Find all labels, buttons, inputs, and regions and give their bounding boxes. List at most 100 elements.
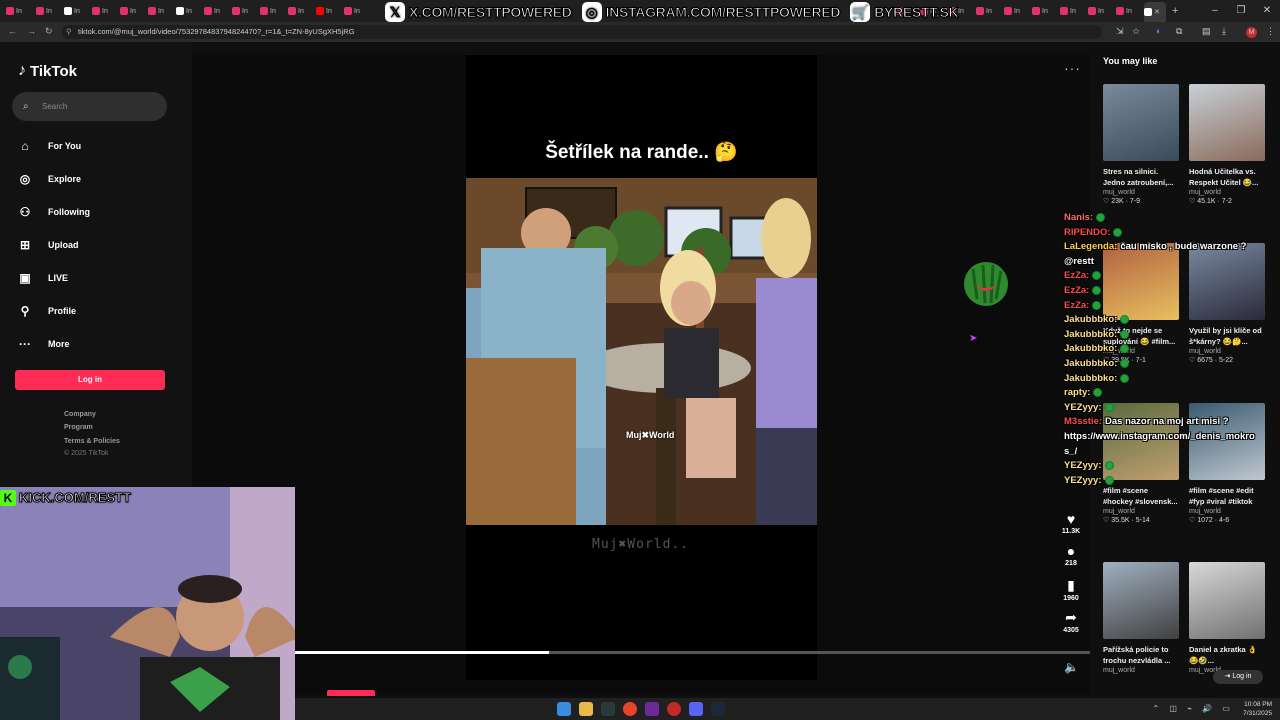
video-frame[interactable]: [466, 178, 817, 525]
share-button[interactable]: ➦ 4305: [1058, 609, 1084, 634]
volume-icon[interactable]: 🔈: [1064, 660, 1079, 674]
tab-label: In: [158, 7, 164, 15]
video-thumbnail[interactable]: [1103, 243, 1179, 320]
recommended-title[interactable]: Stres na silnici. Jedno zatroubení,...: [1103, 166, 1179, 188]
recommended-video[interactable]: Hodná Učitelka vs. Respekt Učitel 😂... mu…: [1189, 84, 1265, 205]
system-tray[interactable]: ⌃ ◫ ⌁ 🔊 ▭: [1153, 704, 1235, 713]
extension-icon[interactable]: ◐: [1156, 26, 1161, 36]
login-button[interactable]: Log in: [15, 370, 165, 390]
sidebar-item-live[interactable]: ▣ LIVE: [18, 271, 68, 285]
menu-icon[interactable]: ⋮: [1266, 26, 1275, 37]
recommended-title[interactable]: Hodná Učitelka vs. Respekt Učitel 😂...: [1189, 166, 1265, 188]
chrome-icon[interactable]: [623, 702, 637, 716]
browser-tab[interactable]: In: [120, 4, 146, 18]
video-thumbnail[interactable]: [1189, 84, 1265, 161]
video-thumbnail[interactable]: [1103, 562, 1179, 639]
video-thumbnail[interactable]: [1189, 562, 1265, 639]
like-button[interactable]: ♥ 11.3K: [1058, 511, 1084, 535]
chat-message: Jakubbbko:: [1064, 358, 1130, 369]
recommended-video[interactable]: Pařížská policie to trochu nezvládla ...…: [1103, 562, 1179, 675]
chat-username: rapty:: [1064, 387, 1091, 399]
browser-tab[interactable]: In: [148, 4, 174, 18]
browser-tab[interactable]: In: [976, 4, 1002, 18]
recommended-video[interactable]: Stres na silnici. Jedno zatroubení,... mu…: [1103, 84, 1179, 205]
chat-emote-icon: [1104, 475, 1114, 485]
search-input[interactable]: ⌕ Search: [12, 92, 167, 121]
footer-program[interactable]: Program: [64, 424, 93, 431]
sidebar-item-for-you[interactable]: ⌂ For You: [18, 139, 81, 153]
recommended-title[interactable]: Pařížská policie to trochu nezvládla ...: [1103, 644, 1179, 666]
browser-tab[interactable]: In: [1004, 4, 1030, 18]
active-browser-tab[interactable]: ✕: [1144, 2, 1166, 22]
side-login-button[interactable]: ⇥ Log in: [1213, 670, 1263, 684]
tab-close-icon[interactable]: ✕: [1154, 8, 1160, 16]
browser-tab[interactable]: In: [1060, 4, 1086, 18]
windows-taskbar: ⌃ ◫ ⌁ 🔊 ▭ 10:08 PM 7/31/2025: [295, 698, 1280, 720]
taskbar-clock[interactable]: 10:08 PM 7/31/2025: [1243, 700, 1272, 718]
media-icon[interactable]: [667, 702, 681, 716]
recommended-video[interactable]: Daniel a zkratka 👌 😂🤣... muj_world: [1189, 562, 1265, 675]
sidebar-item-upload[interactable]: ⊞ Upload: [18, 238, 79, 252]
recommended-title[interactable]: Daniel a zkratka 👌 😂🤣...: [1189, 644, 1265, 666]
video-thumbnail[interactable]: [1103, 84, 1179, 161]
forward-icon[interactable]: →: [27, 26, 36, 36]
browser-tab[interactable]: In: [92, 4, 118, 18]
browser-tab[interactable]: In: [288, 4, 314, 18]
tiktok-logo[interactable]: ♪ TikTok: [18, 62, 77, 80]
browser-tab[interactable]: In: [344, 4, 370, 18]
footer-company[interactable]: Company: [64, 411, 96, 418]
recommended-author[interactable]: muj_world: [1189, 189, 1265, 196]
puzzle-icon[interactable]: ⧉: [1176, 26, 1182, 37]
start-icon[interactable]: [557, 702, 571, 716]
maximize-button[interactable]: ❐: [1228, 0, 1254, 22]
steam-icon[interactable]: [711, 702, 725, 716]
browser-tab[interactable]: In: [1088, 4, 1114, 18]
bookmark-button[interactable]: ▮ 1960: [1058, 577, 1084, 602]
browser-tab[interactable]: In: [176, 4, 202, 18]
recommended-author[interactable]: muj_world: [1189, 508, 1265, 515]
back-icon[interactable]: ←: [8, 26, 17, 36]
browser-tab[interactable]: In: [260, 4, 286, 18]
discord-icon[interactable]: [689, 702, 703, 716]
browser-tab[interactable]: In: [36, 4, 62, 18]
browser-tab[interactable]: In: [6, 4, 32, 18]
following-icon: ⚇: [19, 205, 31, 219]
minimize-button[interactable]: –: [1202, 0, 1228, 22]
recommended-author[interactable]: muj_world: [1103, 189, 1179, 196]
recommended-video[interactable]: Využil by jsi klíče od š*kárny? 😂🤔... muj…: [1189, 243, 1265, 364]
browser-tab[interactable]: In: [1032, 4, 1058, 18]
new-tab-icon[interactable]: +: [1172, 4, 1198, 18]
star-icon[interactable]: ☆: [1132, 26, 1140, 37]
sidebar-item-more[interactable]: ··· More: [18, 337, 70, 351]
chat-username: Jakubbbko:: [1064, 358, 1118, 369]
profile-avatar[interactable]: M: [1246, 27, 1257, 38]
sidebar-icon[interactable]: ▤: [1202, 26, 1211, 37]
install-icon[interactable]: ⇲: [1116, 26, 1124, 37]
comment-button[interactable]: ● 218: [1058, 543, 1084, 567]
recommended-title[interactable]: Využil by jsi klíče od š*kárny? 😂🤔...: [1189, 325, 1265, 347]
recommended-author[interactable]: muj_world: [1189, 348, 1265, 355]
sidebar-item-following[interactable]: ⚇ Following: [18, 205, 90, 219]
recommended-title[interactable]: #film #scene #edit #fyp #viral #tiktok: [1189, 485, 1265, 507]
download-icon[interactable]: ⤓: [1222, 26, 1226, 37]
video-thumbnail[interactable]: [1189, 243, 1265, 320]
app-icon[interactable]: [645, 702, 659, 716]
more-options-icon[interactable]: ···: [1064, 60, 1081, 76]
site-info-icon[interactable]: ⚲: [66, 25, 72, 39]
reload-icon[interactable]: ↻: [45, 26, 53, 37]
browser-tab[interactable]: In: [316, 4, 342, 18]
recommended-title[interactable]: #film #scene #hockey #slovensk...: [1103, 485, 1179, 507]
browser-tab[interactable]: In: [1116, 4, 1142, 18]
browser-tab[interactable]: In: [232, 4, 258, 18]
file-explorer-icon[interactable]: [579, 702, 593, 716]
footer-terms[interactable]: Terms & Policies: [64, 438, 120, 445]
browser-tab[interactable]: In: [204, 4, 230, 18]
sidebar-item-profile[interactable]: ⚲ Profile: [18, 304, 76, 318]
close-window-button[interactable]: ✕: [1254, 0, 1280, 22]
terminal-icon[interactable]: [601, 702, 615, 716]
recommended-author[interactable]: muj_world: [1103, 508, 1179, 515]
browser-tab[interactable]: In: [64, 4, 90, 18]
url-field[interactable]: ⚲ tiktok.com/@muj_world/video/7532978483…: [62, 25, 1102, 39]
sidebar-item-explore[interactable]: ◎ Explore: [18, 172, 81, 186]
recommended-author[interactable]: muj_world: [1103, 667, 1179, 674]
